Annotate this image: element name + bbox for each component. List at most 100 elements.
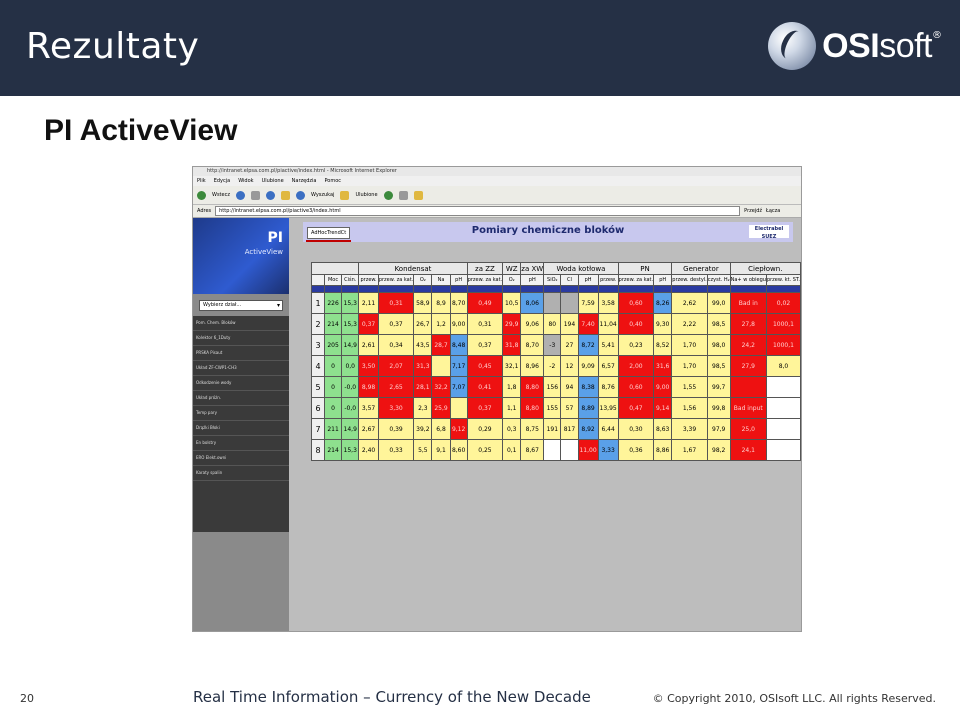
table-cell: 2,62 [671, 292, 708, 314]
table-row[interactable]: 6 0 -0,0 3,57 3,30 2,3 25,9 0,37 1,1 8,80 155 57 8,8… [311, 397, 801, 419]
table-cell: 211 [323, 418, 343, 440]
favorites-label[interactable]: Ulubione [355, 192, 377, 198]
table-cell: 97,9 [706, 418, 731, 440]
pi-nav-item[interactable]: Pom. Chem. Bloków [193, 316, 289, 331]
table-row[interactable]: 5 0 -0,0 8,98 2,65 28,1 32,2 7,07 0,41 1,8 8,80 156… [311, 376, 801, 398]
pi-nav-item[interactable]: Karaty spalin [193, 466, 289, 481]
column-header: O₂ [502, 274, 522, 286]
table-cell [543, 292, 562, 314]
table-cell: 26,7 [413, 313, 433, 335]
table-cell: 8,63 [653, 418, 673, 440]
search-label[interactable]: Wyszukaj [311, 192, 334, 198]
table-cell: 6,8 [431, 418, 451, 440]
table-cell: 1,70 [671, 334, 708, 356]
table-cell: 156 [543, 376, 562, 398]
go-button[interactable]: Przejdź [744, 208, 762, 214]
measurements-table: Kondensat za ZZ WZ za XW Woda kotłowa PN Gener… [310, 262, 801, 461]
table-cell: 58,9 [413, 292, 433, 314]
pi-nav-item[interactable]: PRSKA Pisaut [193, 346, 289, 361]
forward-icon[interactable] [235, 190, 245, 200]
table-cell: 0,37 [466, 334, 504, 356]
table-cell [765, 397, 801, 419]
table-row[interactable]: 4 0 0,0 3,50 2,07 31,3 7,17 0,45 32,1 8,96 -2 12 9,0… [311, 355, 801, 377]
search-icon[interactable] [295, 190, 305, 200]
limit-cell [358, 285, 379, 293]
table-cell: 2,00 [617, 355, 655, 377]
favorites-icon[interactable] [340, 190, 350, 200]
folder-icon[interactable] [413, 190, 423, 200]
history-icon[interactable] [383, 190, 393, 200]
table-row[interactable]: 3 205 14,9 2,61 0,34 43,5 28,7 8,48 0,37 31,8 8,70… [311, 334, 801, 356]
limit-cell [341, 285, 360, 293]
table-cell [765, 418, 801, 440]
table-cell: 0,37 [377, 313, 415, 335]
menu-item[interactable]: Ulubione [262, 176, 284, 186]
home-icon[interactable] [280, 190, 290, 200]
column-header: przew. [358, 274, 379, 286]
table-cell: 2,67 [358, 418, 379, 440]
table-cell: 31,8 [502, 334, 522, 356]
back-label[interactable]: Wstecz [212, 192, 230, 198]
table-cell: 8,0 [765, 355, 801, 377]
group-header: PN [617, 262, 673, 275]
table-cell: 2,22 [671, 313, 708, 335]
links-button[interactable]: Łącza [766, 208, 780, 214]
table-cell: 1,56 [671, 397, 708, 419]
pi-nav-item[interactable]: Temp pary [193, 406, 289, 421]
table-cell: 9,1 [431, 439, 451, 461]
address-label: Adres [197, 208, 212, 214]
table-row[interactable]: 8 214 15,3 2,40 0,33 5,5 9,1 8,60 0,25 0,1 8,67 11,… [311, 439, 801, 461]
pi-nav-item[interactable]: Układ próżn. [193, 391, 289, 406]
address-input[interactable]: http://intranet.elpsa.com.pl/piactive3/i… [215, 206, 741, 216]
table-cell: 25,0 [729, 418, 767, 440]
column-header: przew. destyl. [671, 274, 708, 286]
pi-nav-item[interactable]: Drążki Błoki [193, 421, 289, 436]
table-cell: 25,9 [431, 397, 451, 419]
table-cell: 98,5 [706, 313, 731, 335]
table-row[interactable]: 7 211 14,9 2,67 0,39 39,2 6,8 9,12 0,29 0,3 8,75 19… [311, 418, 801, 440]
menu-item[interactable]: Narzędzia [292, 176, 317, 186]
mail-icon[interactable] [398, 190, 408, 200]
table-cell: 14,9 [341, 418, 360, 440]
stop-icon[interactable] [250, 190, 260, 200]
table-row[interactable]: 2 214 15,3 0,37 0,37 26,7 1,2 9,00 0,31 29,9 9,06 8… [311, 313, 801, 335]
table-cell: 1,70 [671, 355, 708, 377]
table-cell: 9,06 [520, 313, 545, 335]
table-cell: 1,67 [671, 439, 708, 461]
table-cell: 7,59 [577, 292, 599, 314]
menu-item[interactable]: Plik [197, 176, 206, 186]
table-cell [729, 376, 767, 398]
table-cell: 226 [323, 292, 343, 314]
limit-cell [671, 285, 708, 293]
department-select[interactable]: Wybierz dział... [199, 300, 283, 311]
menu-item[interactable]: Edycja [214, 176, 231, 186]
column-header: przew. kt. ST. [765, 274, 801, 286]
table-cell: 29,9 [502, 313, 522, 335]
slide-subtitle: PI ActiveView [44, 114, 238, 147]
pi-nav-item[interactable]: Układ ZF-CWP1-CH3 [193, 361, 289, 376]
pi-nav-item[interactable]: Odkodzenie wody [193, 376, 289, 391]
table-cell: 817 [560, 418, 579, 440]
menu-item[interactable]: Pomoc [324, 176, 341, 186]
table-cell: 0 [323, 397, 343, 419]
back-icon[interactable] [197, 190, 206, 200]
refresh-icon[interactable] [265, 190, 275, 200]
table-cell: 0,30 [617, 418, 655, 440]
table-row[interactable]: 1 226 15,3 2,11 0,31 58,9 8,9 8,70 0,49 10,5 8,06 7… [311, 292, 801, 314]
slide-header: Rezultaty OSIsoft ® [0, 0, 960, 96]
table-cell: 0,60 [617, 376, 655, 398]
group-header: Woda kotłowa [543, 262, 619, 275]
table-cell: 2,61 [358, 334, 379, 356]
menu-item[interactable]: Widok [238, 176, 253, 186]
table-cell: 8,26 [653, 292, 673, 314]
pi-nav-item[interactable]: En bolstry [193, 436, 289, 451]
pi-nav-item[interactable]: Kolektor 6_1Duty [193, 331, 289, 346]
pi-nav-item[interactable]: ERO Elekt.owni [193, 451, 289, 466]
pi-nav-list: Pom. Chem. Bloków Kolektor 6_1Duty PRSKA P… [193, 316, 289, 532]
table-cell: 3,58 [597, 292, 619, 314]
table-cell: 8,48 [449, 334, 468, 356]
column-header: Cl [560, 274, 579, 286]
table-cell: 9,30 [653, 313, 673, 335]
table-cell: 0,0 [341, 355, 360, 377]
table-cell: 0,40 [617, 313, 655, 335]
